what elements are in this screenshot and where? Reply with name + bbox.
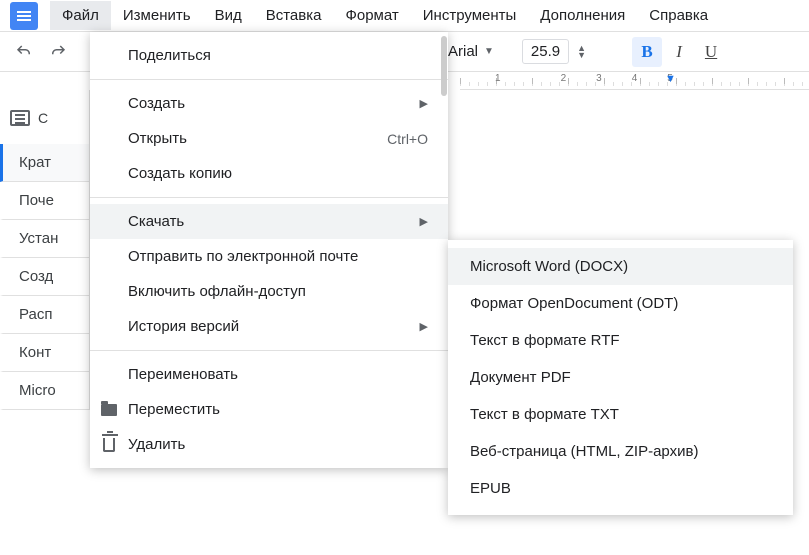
download-epub[interactable]: EPUB	[448, 470, 793, 507]
trash-icon	[100, 436, 118, 454]
menu-help[interactable]: Справка	[637, 1, 720, 30]
undo-button[interactable]	[10, 38, 38, 66]
menu-download[interactable]: Скачать ▶	[90, 204, 448, 239]
outline-header-text: С	[38, 110, 48, 126]
dropdown-caret-icon: ▼	[484, 46, 494, 57]
redo-button[interactable]	[44, 38, 72, 66]
outline-item[interactable]: Созд	[0, 258, 89, 296]
menu-delete[interactable]: Удалить	[90, 427, 448, 462]
menu-insert[interactable]: Вставка	[254, 1, 334, 30]
format-group: B I U	[632, 37, 726, 67]
outline-panel: С Крат Поче Устан Созд Расп Конт Micro	[0, 90, 90, 410]
outline-item[interactable]: Устан	[0, 220, 89, 258]
outline-item[interactable]: Поче	[0, 182, 89, 220]
submenu-arrow-icon: ▶	[420, 320, 428, 333]
outline-item[interactable]: Конт	[0, 334, 89, 372]
outline-item[interactable]: Расп	[0, 296, 89, 334]
menu-addons[interactable]: Дополнения	[528, 1, 637, 30]
menu-format[interactable]: Формат	[333, 1, 410, 30]
underline-button[interactable]: U	[696, 37, 726, 67]
font-family-label: Arial	[448, 43, 478, 60]
menu-rename[interactable]: Переименовать	[90, 357, 448, 392]
menu-create[interactable]: Создать ▶	[90, 86, 448, 121]
topbar: Файл Изменить Вид Вставка Формат Инструм…	[0, 0, 809, 32]
menu-separator	[90, 197, 448, 198]
download-odt[interactable]: Формат OpenDocument (ODT)	[448, 285, 793, 322]
outline-icon	[10, 110, 30, 126]
download-pdf[interactable]: Документ PDF	[448, 359, 793, 396]
submenu-arrow-icon: ▶	[420, 97, 428, 110]
shortcut-label: Ctrl+O	[387, 131, 428, 147]
menu-file[interactable]: Файл	[50, 1, 111, 30]
font-size-value[interactable]: 25.9	[522, 39, 569, 64]
menu-offline[interactable]: Включить офлайн-доступ	[90, 274, 448, 309]
outline-header[interactable]: С	[0, 102, 89, 144]
ruler-numbers: 12345	[460, 73, 673, 84]
download-submenu: Microsoft Word (DOCX) Формат OpenDocumen…	[448, 240, 793, 515]
font-family-select[interactable]: Arial ▼	[448, 43, 494, 60]
menu-history[interactable]: История версий ▶	[90, 309, 448, 344]
file-menu-dropdown: Поделиться Создать ▶ Открыть Ctrl+O Созд…	[90, 32, 448, 468]
ruler[interactable]: 12345 ▼	[460, 72, 809, 90]
menu-edit[interactable]: Изменить	[111, 1, 203, 30]
menu-view[interactable]: Вид	[203, 1, 254, 30]
menu-open[interactable]: Открыть Ctrl+O	[90, 121, 448, 156]
folder-icon	[100, 401, 118, 419]
bold-button[interactable]: B	[632, 37, 662, 67]
menu-separator	[90, 350, 448, 351]
menu-tools[interactable]: Инструменты	[411, 1, 529, 30]
indent-marker-icon[interactable]: ▼	[665, 73, 676, 85]
download-txt[interactable]: Текст в формате TXT	[448, 396, 793, 433]
submenu-arrow-icon: ▶	[420, 215, 428, 228]
menu-share[interactable]: Поделиться	[90, 38, 448, 73]
outline-item[interactable]: Micro	[0, 372, 89, 410]
download-rtf[interactable]: Текст в формате RTF	[448, 322, 793, 359]
menubar: Файл Изменить Вид Вставка Формат Инструм…	[50, 1, 720, 30]
download-docx[interactable]: Microsoft Word (DOCX)	[448, 248, 793, 285]
download-html[interactable]: Веб-страница (HTML, ZIP-архив)	[448, 433, 793, 470]
italic-button[interactable]: I	[664, 37, 694, 67]
menu-separator	[90, 79, 448, 80]
menu-move[interactable]: Переместить	[90, 392, 448, 427]
outline-item[interactable]: Крат	[0, 144, 89, 182]
menu-make-copy[interactable]: Создать копию	[90, 156, 448, 191]
docs-logo-icon[interactable]	[10, 2, 38, 30]
font-size-control[interactable]: 25.9 ▲▼	[522, 39, 586, 64]
menu-email[interactable]: Отправить по электронной почте	[90, 239, 448, 274]
font-size-stepper[interactable]: ▲▼	[577, 45, 586, 59]
font-controls: Arial ▼ 25.9 ▲▼ B I U	[448, 37, 726, 67]
